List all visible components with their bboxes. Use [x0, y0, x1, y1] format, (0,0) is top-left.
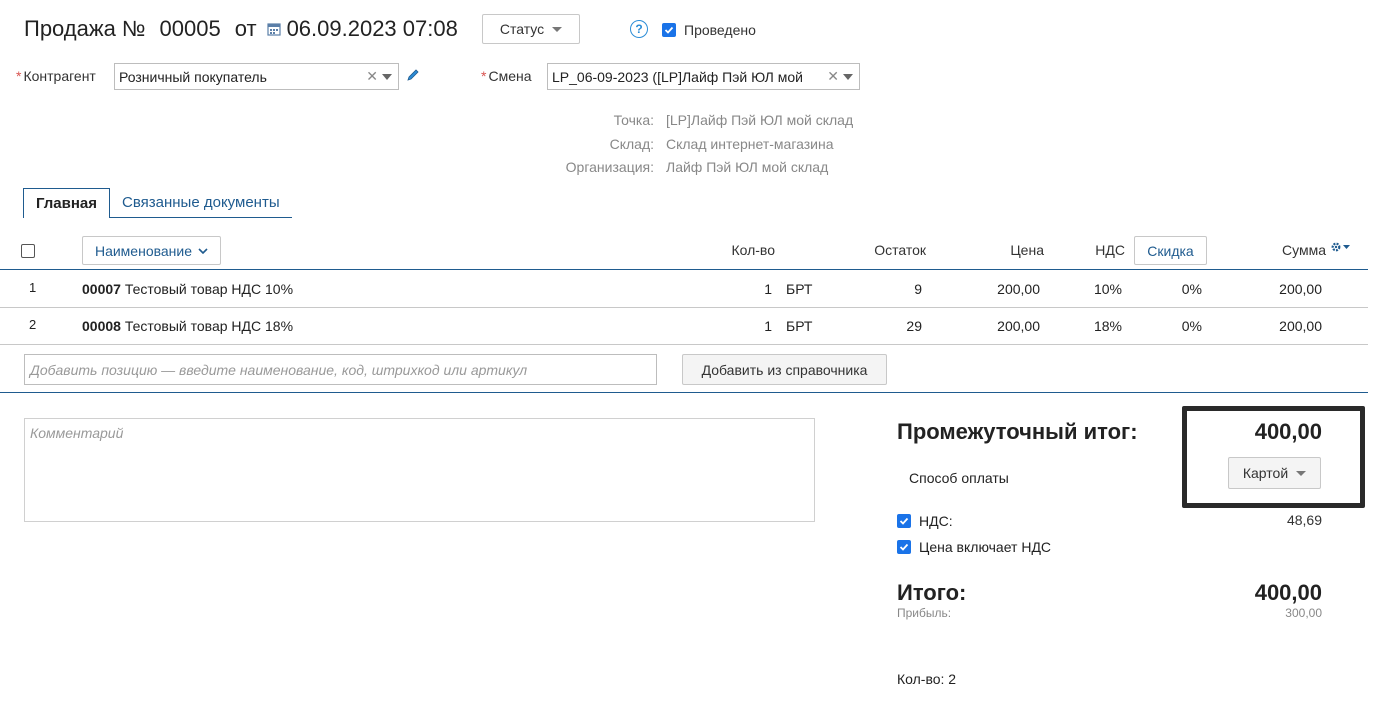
profit-value: 300,00: [1285, 606, 1322, 620]
tab-related-documents[interactable]: Связанные документы: [110, 188, 292, 218]
required-mark: *: [16, 68, 22, 84]
shift-label: Смена: [488, 68, 532, 84]
row-qty[interactable]: 1: [730, 318, 772, 334]
required-mark: *: [481, 68, 487, 84]
price-includes-vat-label: Цена включает НДС: [919, 539, 1052, 555]
posted-checkbox[interactable]: [662, 23, 676, 37]
chevron-down-icon[interactable]: [382, 73, 392, 80]
vat-label: НДС:: [919, 513, 953, 529]
total-value: 400,00: [1254, 580, 1322, 605]
vat-checkbox[interactable]: [897, 514, 911, 528]
price-includes-vat-checkbox[interactable]: [897, 540, 911, 554]
tab-bar: Главная Связанные документы: [23, 188, 292, 218]
discount-button[interactable]: Скидка: [1134, 236, 1207, 265]
price-header: Цена: [1010, 242, 1044, 258]
row-stock: 9: [914, 281, 922, 297]
point-label: Точка:: [613, 112, 654, 128]
vat-checkbox-group[interactable]: НДС:: [897, 513, 953, 529]
row-code: 00007: [82, 281, 121, 297]
row-product-name: Тестовый товар НДС 18%: [124, 318, 294, 334]
sum-header: Сумма: [1282, 242, 1326, 258]
row-discount[interactable]: 0%: [1150, 318, 1202, 334]
row-sum: 200,00: [1279, 318, 1322, 334]
table-row-name[interactable]: 00008 Тестовый товар НДС 18%: [82, 318, 293, 334]
tab-main[interactable]: Главная: [23, 188, 111, 218]
row-qty[interactable]: 1: [730, 281, 772, 297]
profit-label: Прибыль:: [897, 606, 952, 620]
shift-value: LP_06-09-2023 ([LP]Лайф Пэй ЮЛ мой: [552, 68, 803, 85]
row-product-name: Тестовый товар НДС 10%: [124, 281, 294, 297]
name-header-label: Наименование: [94, 242, 193, 259]
column-settings-gear-icon[interactable]: [1331, 242, 1350, 252]
row-unit: БРТ: [786, 318, 813, 334]
chevron-down-icon: [552, 26, 563, 32]
warehouse-value: Склад интернет-магазина: [666, 135, 834, 152]
row-price[interactable]: 200,00: [960, 281, 1040, 297]
select-all-checkbox[interactable]: [21, 244, 35, 258]
items-count: Кол-во: 2: [897, 671, 957, 687]
row-sum: 200,00: [1279, 281, 1322, 297]
help-icon[interactable]: ?: [630, 20, 648, 38]
posted-checkbox-group[interactable]: Проведено: [662, 22, 756, 38]
shift-label-group: * Смена: [481, 68, 532, 84]
chevron-down-icon[interactable]: [843, 73, 853, 80]
row-vat: 10%: [1093, 281, 1122, 297]
subtotal-value: 400,00: [1254, 419, 1322, 444]
point-value: [LP]Лайф Пэй ЮЛ мой склад: [666, 112, 854, 128]
total-label: Итого:: [897, 580, 967, 605]
comment-textarea[interactable]: Комментарий: [24, 418, 815, 522]
row-vat: 18%: [1093, 318, 1122, 334]
posted-label: Проведено: [684, 22, 756, 38]
date-from-label: от: [234, 16, 257, 41]
edit-pencil-icon[interactable]: [406, 68, 420, 85]
name-sort-button[interactable]: Наименование: [82, 236, 221, 265]
row-divider: [0, 307, 1368, 308]
vat-value: 48,69: [1286, 512, 1322, 528]
document-datetime[interactable]: 06.09.2023 07:08: [287, 16, 458, 42]
warehouse-label: Склад:: [609, 135, 654, 152]
organization-label: Организация:: [565, 159, 654, 175]
vat-header: НДС: [1095, 242, 1125, 258]
subtotal-label: Промежуточный итог:: [897, 419, 1138, 444]
page-title: Продажа №: [24, 16, 146, 41]
chevron-down-icon: [1296, 470, 1307, 476]
counterparty-value: Розничный покупатель: [119, 68, 267, 85]
row-discount[interactable]: 0%: [1150, 281, 1202, 297]
row-unit: БРТ: [786, 281, 813, 297]
counterparty-select[interactable]: Розничный покупатель ✕: [114, 63, 399, 90]
clear-icon[interactable]: ✕: [827, 68, 839, 85]
payment-method-label: Способ оплаты: [909, 470, 1009, 486]
calendar-icon[interactable]: [266, 22, 281, 36]
organization-value: Лайф Пэй ЮЛ мой склад: [666, 159, 829, 175]
shift-select[interactable]: LP_06-09-2023 ([LP]Лайф Пэй ЮЛ мой ✕: [547, 63, 860, 90]
status-button[interactable]: Статус: [482, 14, 580, 44]
row-divider: [0, 344, 1368, 345]
stock-header: Остаток: [874, 242, 926, 258]
row-index: 2: [29, 317, 37, 332]
document-number: 00005: [159, 16, 221, 41]
row-price[interactable]: 200,00: [960, 318, 1040, 334]
row-stock: 29: [906, 318, 922, 334]
clear-icon[interactable]: ✕: [366, 68, 378, 85]
row-index: 1: [29, 280, 37, 295]
price-includes-vat-group[interactable]: Цена включает НДС: [897, 539, 1051, 555]
status-button-label: Статус: [499, 21, 545, 37]
payment-method-select[interactable]: Картой: [1228, 457, 1321, 489]
add-from-catalog-button[interactable]: Добавить из справочника: [682, 354, 887, 385]
payment-method-value: Картой: [1242, 465, 1289, 481]
table-header-divider: [0, 269, 1368, 270]
qty-header: Кол-во: [731, 242, 775, 258]
add-position-input[interactable]: Добавить позицию — введите наименование,…: [24, 354, 657, 385]
store-info: Точка: [LP]Лайф Пэй ЮЛ мой склад Склад: Ск…: [494, 109, 853, 180]
row-code: 00008: [82, 318, 121, 334]
counterparty-label: Контрагент: [23, 68, 96, 84]
table-row-name[interactable]: 00007 Тестовый товар НДС 10%: [82, 281, 293, 297]
document-header: Продажа № 00005 от 06.09.2023 07:08: [24, 14, 458, 44]
chevron-down-icon: [198, 247, 208, 254]
counterparty-label-group: * Контрагент: [16, 68, 96, 84]
section-divider: [0, 392, 1368, 393]
